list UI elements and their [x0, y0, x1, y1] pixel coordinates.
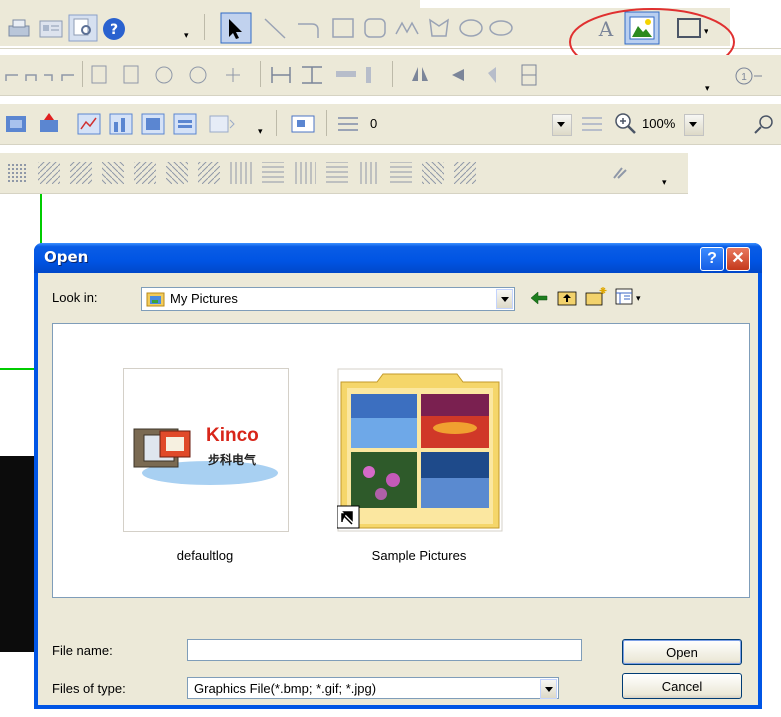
drawing-toolbar: ? ▾ A ▾ — [0, 0, 781, 76]
zoom-dropdown[interactable] — [684, 114, 704, 136]
files-of-type-value: Graphics File(*.bmp; *.gif; *.jpg) — [194, 681, 377, 696]
align-toolbar: ▾ 1 — [0, 55, 781, 96]
line-spacing-dropdown[interactable] — [552, 114, 572, 136]
ellipse-icon[interactable] — [456, 14, 486, 42]
trend-chart-icon[interactable] — [76, 112, 102, 136]
toolbar-separator — [276, 110, 277, 136]
polygon-icon[interactable] — [424, 14, 454, 42]
zoom-level[interactable]: 100% — [642, 116, 675, 131]
svg-text:▾: ▾ — [636, 293, 641, 303]
rectangle-icon[interactable] — [328, 14, 358, 42]
kinco-logo-subtext: 步科电气 — [208, 453, 257, 467]
line-spacing-icon[interactable] — [334, 112, 364, 136]
flip-icon[interactable] — [400, 63, 550, 87]
record-icon[interactable] — [206, 112, 236, 136]
diamond-icon[interactable] — [486, 14, 516, 42]
overflow-chevron-icon[interactable]: ▾ — [662, 177, 667, 188]
bar-chart-icon[interactable] — [108, 112, 134, 136]
look-in-dropdown[interactable] — [496, 289, 513, 309]
folder-item-label: Sample Pictures — [371, 548, 467, 563]
meter-icon[interactable] — [140, 112, 166, 136]
dialog-body: Look in: My Pictures ▾ Kinco 步科电气 defaul… — [38, 273, 758, 705]
history-icon[interactable] — [172, 112, 198, 136]
new-folder-icon[interactable] — [584, 285, 608, 307]
align-left-icon[interactable] — [4, 65, 84, 87]
svg-text:1: 1 — [741, 72, 747, 83]
back-icon[interactable] — [528, 288, 550, 308]
pointer-icon[interactable] — [220, 12, 252, 44]
defaultlog-thumbnail: Kinco 步科电气 — [123, 368, 289, 532]
close-icon: ✕ — [731, 250, 745, 267]
fill-spacing-icon[interactable] — [578, 112, 608, 136]
object-toolbar: ▾ 0 100% — [0, 104, 781, 145]
question-icon: ? — [707, 250, 717, 267]
find-icon[interactable] — [752, 112, 778, 136]
space-evenly-icon[interactable] — [266, 63, 386, 87]
dialog-title: Open — [44, 248, 89, 266]
overflow-chevron-icon[interactable]: ▾ — [258, 126, 263, 137]
pattern-toolbar: ▾ — [0, 153, 688, 194]
print-icon[interactable] — [6, 18, 32, 40]
help-button[interactable]: ? — [700, 247, 724, 271]
files-of-type-label: Files of type: — [52, 681, 126, 696]
close-button[interactable]: ✕ — [726, 247, 750, 271]
cancel-button[interactable]: Cancel — [622, 673, 742, 699]
zoom-icon[interactable] — [612, 110, 638, 136]
toolbar-separator — [260, 61, 261, 87]
toolbar-separator — [82, 61, 83, 87]
my-pictures-folder-icon — [146, 292, 165, 307]
file-name-field[interactable] — [187, 639, 582, 661]
save-object-icon[interactable] — [36, 110, 62, 136]
look-in-value: My Pictures — [170, 291, 238, 306]
sample-pictures-folder-icon — [337, 368, 503, 532]
open-button[interactable]: Open — [622, 639, 742, 665]
file-name-label: File name: — [52, 643, 113, 658]
help-icon[interactable]: ? — [101, 16, 127, 42]
file-item-label: defaultlog — [176, 548, 234, 563]
polyline-icon[interactable] — [392, 14, 422, 42]
toolbar-separator — [326, 110, 327, 136]
open-dialog: Open ? ✕ Look in: My Pictures ▾ Kinco 步科… — [34, 243, 762, 709]
toolbar-separator — [204, 14, 205, 40]
picture-object-icon[interactable] — [288, 112, 318, 136]
rounded-rectangle-icon[interactable] — [360, 14, 390, 42]
view-menu-icon[interactable]: ▾ — [614, 287, 646, 307]
file-list[interactable]: Kinco 步科电气 defaultlog Sample Pictures — [52, 323, 750, 598]
fill-patterns-icon[interactable] — [4, 160, 644, 186]
grid-icon[interactable] — [4, 112, 30, 136]
svg-text:?: ? — [110, 22, 118, 38]
overflow-chevron-icon[interactable]: ▾ — [184, 30, 189, 41]
properties-icon[interactable] — [38, 18, 64, 40]
rotate-icon[interactable] — [88, 63, 248, 87]
overflow-chevron-icon[interactable]: ▾ — [705, 83, 710, 94]
toolbar-separator — [392, 61, 393, 87]
line-spacing-value[interactable]: 0 — [370, 116, 377, 131]
arc-icon[interactable] — [294, 14, 324, 42]
look-in-label: Look in: — [52, 290, 98, 305]
files-of-type-combo[interactable]: Graphics File(*.bmp; *.gif; *.jpg) — [187, 677, 559, 699]
line-icon[interactable] — [260, 14, 290, 42]
preview-icon[interactable] — [68, 14, 98, 42]
dialog-titlebar[interactable]: Open ? ✕ — [34, 243, 762, 273]
kinco-logo-text: Kinco — [206, 425, 259, 446]
number-icon[interactable]: 1 — [732, 65, 772, 87]
look-in-combo[interactable]: My Pictures — [141, 287, 515, 311]
toolbar-top-strip — [0, 0, 420, 8]
up-folder-icon[interactable] — [556, 287, 578, 307]
files-of-type-dropdown[interactable] — [540, 679, 557, 699]
